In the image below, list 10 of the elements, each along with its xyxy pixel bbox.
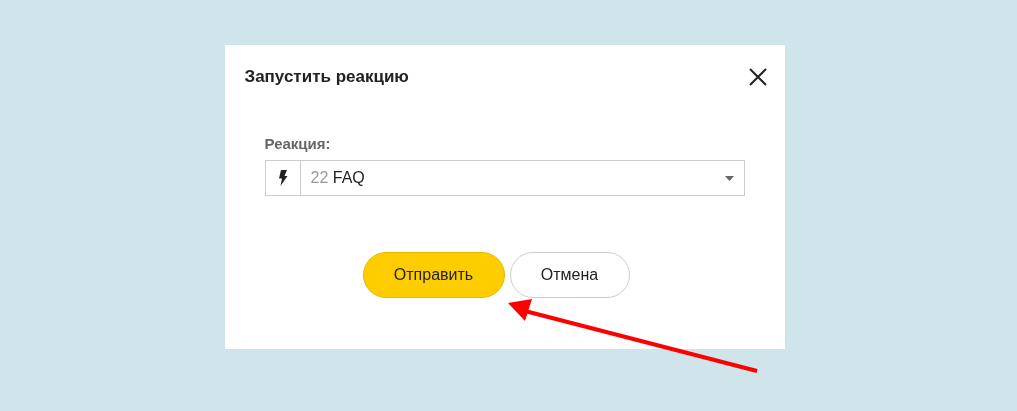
reaction-dropdown[interactable]: 22 FAQ — [264, 160, 745, 196]
submit-button[interactable]: Отправить — [362, 252, 505, 298]
caret-icon — [724, 175, 734, 181]
item-number: 22 — [310, 169, 329, 186]
close-icon[interactable] — [747, 67, 768, 87]
dialog-title: Запустить реакцию — [244, 67, 409, 87]
lightning-icon — [277, 170, 288, 186]
selected-value: FAQ — [332, 169, 365, 186]
field-label: Реакция: — [264, 135, 332, 152]
cancel-button[interactable]: Отмена — [509, 252, 630, 298]
